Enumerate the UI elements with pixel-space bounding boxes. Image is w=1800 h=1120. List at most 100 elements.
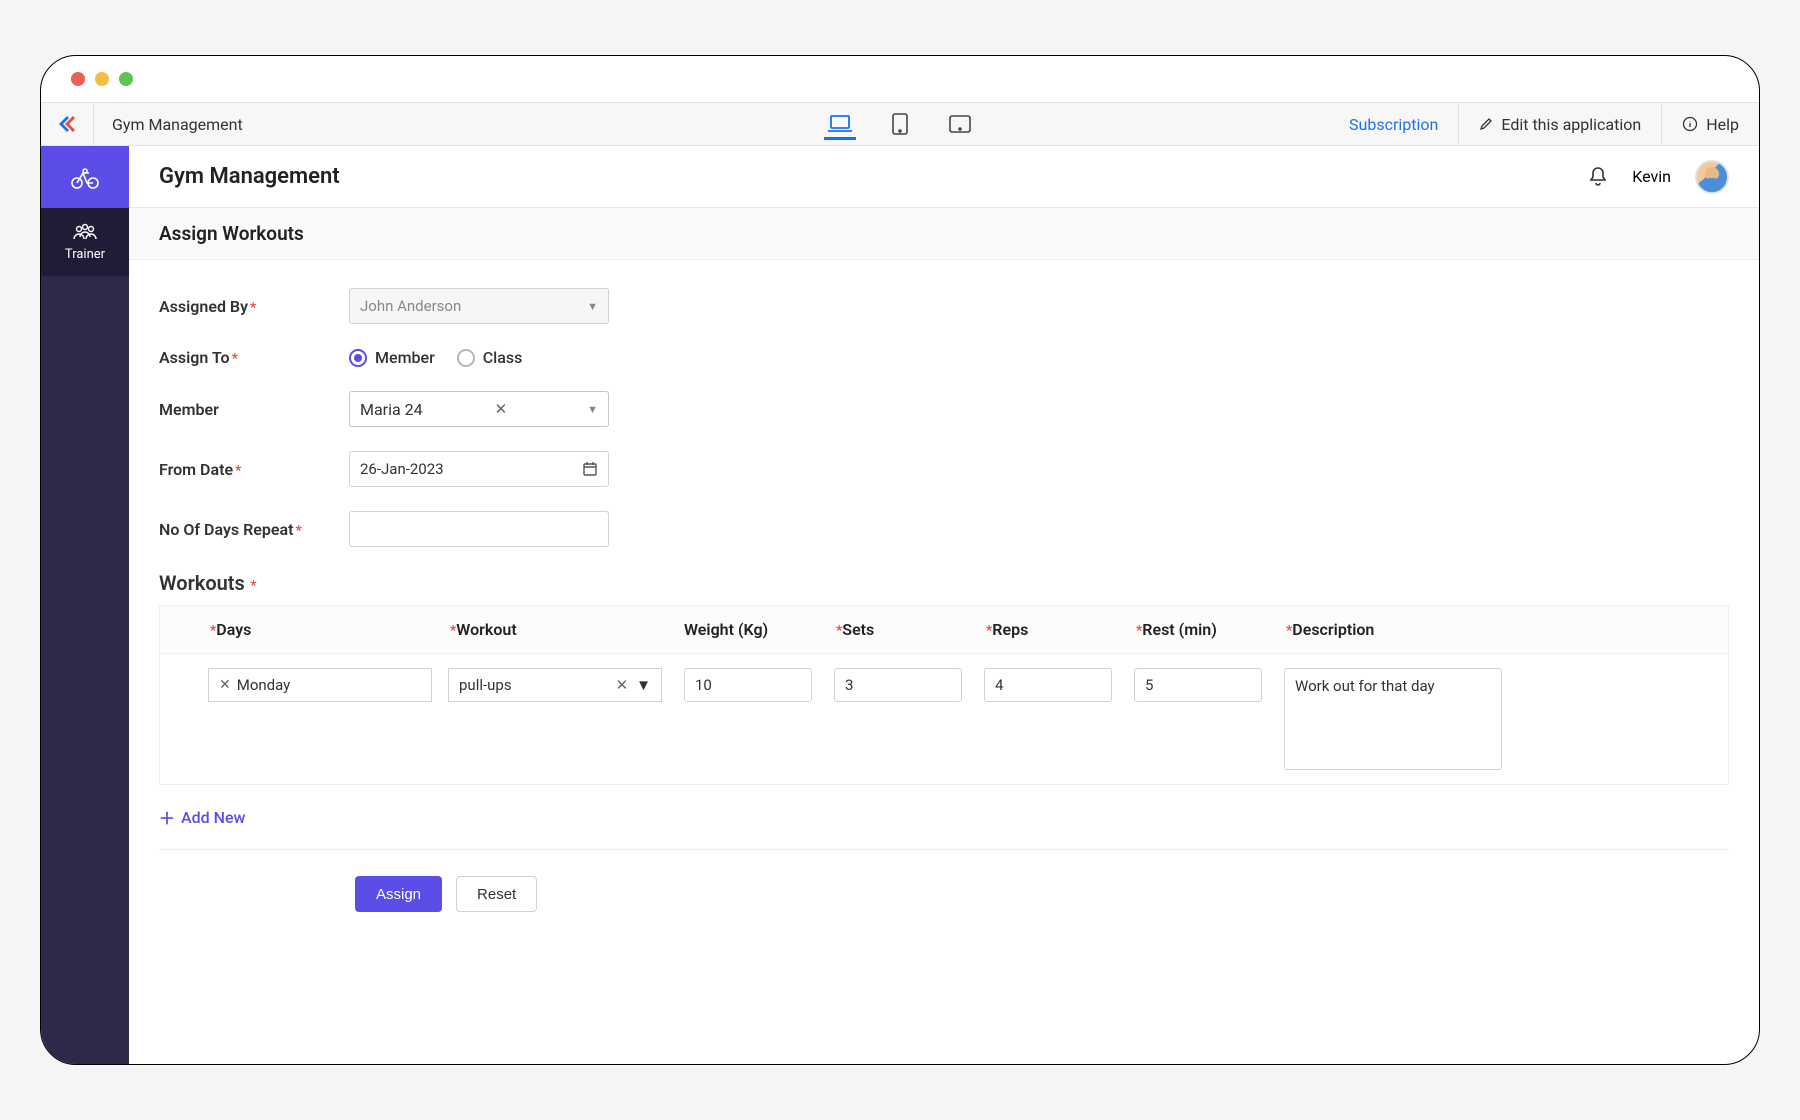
reps-input[interactable]: 4 bbox=[984, 668, 1112, 702]
calendar-icon[interactable] bbox=[582, 461, 598, 477]
main-header: Gym Management Kevin bbox=[129, 146, 1759, 208]
avatar[interactable] bbox=[1695, 160, 1729, 194]
sidebar-item-label: Trainer bbox=[65, 247, 105, 262]
from-date-value: 26-Jan-2023 bbox=[360, 460, 444, 478]
chevron-down-icon: ▼ bbox=[636, 676, 651, 694]
description-value: Work out for that day bbox=[1295, 677, 1435, 695]
row-days-repeat: No Of Days Repeat* bbox=[159, 511, 1729, 547]
weight-value: 10 bbox=[695, 676, 712, 694]
plus-icon: ＋ bbox=[159, 805, 175, 829]
cell-rest: 5 bbox=[1134, 668, 1284, 702]
radio-member[interactable]: Member bbox=[349, 348, 435, 367]
workout-select[interactable]: pull-ups ✕ ▼ bbox=[448, 668, 662, 702]
member-select[interactable]: Maria 24 ✕ ▼ bbox=[349, 391, 609, 427]
add-new-label: Add New bbox=[181, 808, 245, 827]
subscription-link[interactable]: Subscription bbox=[1329, 115, 1458, 134]
window-close-dot[interactable] bbox=[71, 72, 85, 86]
weight-input[interactable]: 10 bbox=[684, 668, 812, 702]
days-value: Monday bbox=[237, 676, 291, 694]
cell-reps: 4 bbox=[984, 668, 1134, 702]
workout-value: pull-ups bbox=[459, 676, 512, 694]
assign-to-radio-group: Member Class bbox=[349, 348, 522, 367]
member-value: Maria 24 bbox=[360, 400, 423, 419]
row-assigned-by: Assigned By* John Anderson ▼ bbox=[159, 288, 1729, 324]
window-min-dot[interactable] bbox=[95, 72, 109, 86]
subheader: Assign Workouts bbox=[129, 208, 1759, 260]
laptop-icon[interactable] bbox=[824, 108, 856, 140]
label-assign-to: Assign To* bbox=[159, 348, 349, 367]
chevron-down-icon: ▼ bbox=[587, 300, 598, 313]
row-member: Member Maria 24 ✕ ▼ bbox=[159, 391, 1729, 427]
th-desc: *Description bbox=[1284, 620, 1716, 639]
sidebar-item-cycling[interactable] bbox=[41, 146, 129, 208]
assign-button[interactable]: Assign bbox=[355, 876, 442, 912]
description-input[interactable]: Work out for that day bbox=[1284, 668, 1502, 770]
sets-value: 3 bbox=[845, 676, 853, 694]
label-from-date: From Date* bbox=[159, 460, 349, 479]
topbar: Gym Management Subscription Edit this ap… bbox=[41, 102, 1759, 146]
workouts-section-title: Workouts * bbox=[159, 571, 1729, 595]
close-icon[interactable]: ✕ bbox=[495, 400, 508, 418]
main: Gym Management Kevin Assign Workouts Ass… bbox=[129, 146, 1759, 1064]
topbar-right: Subscription Edit this application Help bbox=[1329, 103, 1759, 145]
help-label: Help bbox=[1706, 115, 1739, 134]
edit-application-label: Edit this application bbox=[1501, 115, 1641, 134]
from-date-input[interactable]: 26-Jan-2023 bbox=[349, 451, 609, 487]
cell-desc: Work out for that day bbox=[1284, 668, 1716, 770]
label-member: Member bbox=[159, 400, 349, 419]
rest-value: 5 bbox=[1145, 676, 1153, 694]
radio-dot-icon bbox=[457, 349, 475, 367]
th-reps: *Reps bbox=[984, 620, 1134, 639]
help-button[interactable]: Help bbox=[1662, 103, 1759, 145]
th-sets: *Sets bbox=[834, 620, 984, 639]
sidebar: Trainer bbox=[41, 146, 129, 1064]
cell-workout: pull-ups ✕ ▼ bbox=[448, 668, 684, 702]
add-new-button[interactable]: ＋ Add New bbox=[159, 785, 245, 849]
app-window: Gym Management Subscription Edit this ap… bbox=[40, 55, 1760, 1065]
table-row: ✕ Monday pull-ups ✕ ▼ bbox=[160, 654, 1728, 784]
row-from-date: From Date* 26-Jan-2023 bbox=[159, 451, 1729, 487]
tablet-icon[interactable] bbox=[884, 108, 916, 140]
reset-label: Reset bbox=[477, 886, 516, 903]
th-rest: *Rest (min) bbox=[1134, 620, 1284, 639]
radio-class[interactable]: Class bbox=[457, 348, 523, 367]
close-icon[interactable]: ✕ bbox=[219, 677, 231, 693]
assigned-by-select[interactable]: John Anderson ▼ bbox=[349, 288, 609, 324]
people-icon bbox=[71, 223, 99, 243]
rest-input[interactable]: 5 bbox=[1134, 668, 1262, 702]
sidebar-item-trainer[interactable]: Trainer bbox=[41, 208, 129, 276]
assign-label: Assign bbox=[376, 886, 421, 903]
app-logo-icon bbox=[55, 112, 79, 136]
label-assigned-by: Assigned By* bbox=[159, 297, 349, 316]
app-name: Gym Management bbox=[94, 115, 261, 134]
titlebar bbox=[41, 56, 1759, 102]
close-icon[interactable]: ✕ bbox=[616, 676, 629, 694]
bell-icon[interactable] bbox=[1588, 166, 1608, 188]
page-title: Gym Management bbox=[159, 164, 340, 189]
edit-application-button[interactable]: Edit this application bbox=[1459, 103, 1661, 145]
subheader-title: Assign Workouts bbox=[159, 222, 304, 245]
device-switch bbox=[824, 108, 976, 140]
form-actions: Assign Reset bbox=[159, 849, 1729, 952]
cell-days: ✕ Monday bbox=[208, 668, 448, 702]
radio-member-label: Member bbox=[375, 348, 435, 367]
tablet-landscape-icon[interactable] bbox=[944, 108, 976, 140]
th-weight: Weight (Kg) bbox=[684, 620, 834, 639]
sets-input[interactable]: 3 bbox=[834, 668, 962, 702]
days-select[interactable]: ✕ Monday bbox=[208, 668, 432, 702]
header-right: Kevin bbox=[1588, 160, 1729, 194]
reset-button[interactable]: Reset bbox=[456, 876, 537, 912]
window-max-dot[interactable] bbox=[119, 72, 133, 86]
cell-sets: 3 bbox=[834, 668, 984, 702]
reps-value: 4 bbox=[995, 676, 1003, 694]
body: Trainer Gym Management Kevin Assign Work… bbox=[41, 146, 1759, 1064]
radio-class-label: Class bbox=[483, 348, 523, 367]
info-icon bbox=[1682, 116, 1698, 132]
cycling-icon bbox=[70, 165, 100, 189]
days-repeat-input[interactable] bbox=[349, 511, 609, 547]
row-assign-to: Assign To* Member Class bbox=[159, 348, 1729, 367]
table-head: *Days *Workout Weight (Kg) *Sets *Reps *… bbox=[160, 606, 1728, 654]
assigned-by-value: John Anderson bbox=[360, 297, 461, 315]
form-area: Assigned By* John Anderson ▼ Assign To* … bbox=[129, 260, 1759, 1064]
topbar-left: Gym Management bbox=[41, 102, 261, 146]
